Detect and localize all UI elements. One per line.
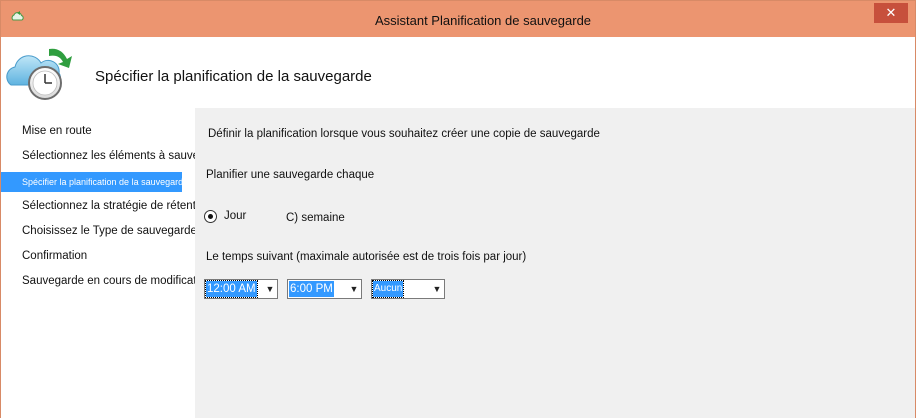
step-label: Spécifier la planification de la sauvega… — [22, 177, 189, 187]
chevron-down-icon: ▼ — [265, 284, 275, 294]
time-select-3-value: Aucun — [371, 280, 405, 298]
cloud-clock-backup-icon — [6, 48, 72, 100]
step-label: Confirmation — [22, 250, 88, 262]
window-title: Assistant Planification de sauvegarde — [374, 13, 592, 28]
wizard-content: Définir la planification lorsque vous so… — [195, 108, 915, 418]
step-initial-backup-type: Choisissez le Type de sauvegarde Initial — [1, 222, 227, 242]
step-select-items: Sélectionnez les éléments à sauvegarder — [1, 147, 232, 167]
backup-wizard-window: Assistant Planification de sauvegarde ✕ — [0, 0, 916, 418]
radio-week-label[interactable]: C) semaine — [286, 212, 345, 224]
time-select-3[interactable]: Aucun ▼ — [371, 279, 445, 299]
close-icon: ✕ — [885, 5, 897, 20]
radio-day[interactable] — [204, 210, 217, 223]
close-button[interactable]: ✕ — [874, 3, 908, 23]
step-retention-policy: Sélectionnez la stratégie de rétention — [1, 197, 211, 217]
intro-text: Définir la planification lorsque vous so… — [208, 128, 600, 140]
time-select-2[interactable]: 6:00 PM ▼ — [287, 279, 362, 299]
time-select-1-value: 12:00 AM — [205, 280, 258, 298]
step-modifying-backup: Sauvegarde en cours de modification — [1, 272, 212, 292]
wizard-header: Spécifier la planification de la sauvega… — [1, 37, 915, 108]
step-confirmation: Confirmation — [1, 247, 195, 267]
time-select-2-value: 6:00 PM — [289, 281, 334, 297]
radio-day-label[interactable]: Jour — [224, 210, 246, 222]
page-title: Spécifier la planification de la sauvega… — [95, 68, 372, 85]
step-specify-schedule: Spécifier la planification de la sauvega… — [1, 172, 188, 192]
chevron-down-icon: ▼ — [432, 284, 442, 294]
step-label: Sauvegarde en cours de modification — [22, 275, 212, 287]
step-getting-started: Mise en route — [1, 122, 195, 142]
chevron-down-icon: ▼ — [349, 284, 359, 294]
schedule-label: Planifier une sauvegarde chaque — [206, 169, 375, 181]
title-bar[interactable]: Assistant Planification de sauvegarde ✕ — [1, 1, 915, 37]
step-label: Sélectionnez la stratégie de rétention — [22, 200, 212, 212]
times-label: Le temps suivant (maximale autorisée est… — [206, 251, 527, 263]
step-label: Mise en route — [22, 125, 92, 137]
time-select-1[interactable]: 12:00 AM ▼ — [204, 279, 278, 299]
wizard-steps: Mise en route Sélectionnez les éléments … — [1, 108, 232, 418]
radio-selected-dot — [208, 214, 213, 219]
